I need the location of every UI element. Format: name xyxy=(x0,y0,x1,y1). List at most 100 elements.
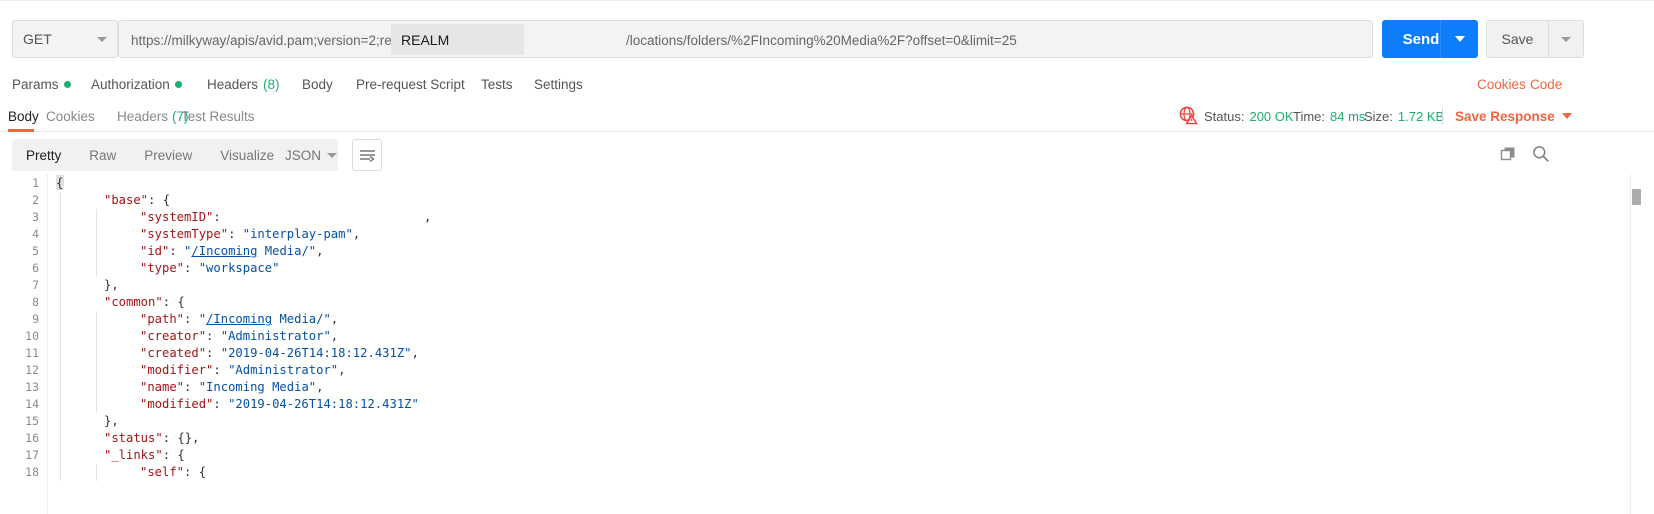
code-token: "creator" xyxy=(140,329,207,343)
time-badge: Time: 84 ms xyxy=(1293,100,1365,132)
code-line: "created": "2019-04-26T14:18:12.431Z", xyxy=(140,345,419,362)
code-line: "name": "Incoming Media", xyxy=(140,379,323,396)
line-number: 13 xyxy=(25,380,39,394)
vertical-scrollbar-track[interactable] xyxy=(1630,174,1642,514)
code-token: }, xyxy=(104,414,119,428)
response-format-dropdown[interactable]: JSON xyxy=(276,139,338,171)
code-token: : xyxy=(206,329,221,343)
line-number: 3 xyxy=(32,210,39,224)
line-number: 15 xyxy=(25,414,39,428)
code-token: "self" xyxy=(140,465,185,479)
send-options-button[interactable] xyxy=(1440,20,1478,58)
code-token: "workspace" xyxy=(198,261,280,275)
request-tab-label: Authorization xyxy=(91,76,170,92)
code-line: "base": { xyxy=(104,192,170,209)
code-line: "systemID": xyxy=(140,209,221,226)
code-token[interactable]: /Incoming xyxy=(191,244,257,258)
indent-guide xyxy=(96,209,97,277)
response-body-viewer[interactable]: 1 2 3 4 5 6 7 8 9 10 11 12 13 14 15 16 17 18 {"base": {"s… xyxy=(0,174,1654,514)
response-tab-headers[interactable]: Headers (7) xyxy=(117,100,189,132)
code-token: : xyxy=(213,397,229,411)
globe-warning-icon[interactable] xyxy=(1178,105,1198,125)
code-link[interactable]: Code xyxy=(1530,68,1562,100)
code-line: }, xyxy=(104,277,119,294)
code-token: "modified" xyxy=(140,397,214,411)
code-line: }, xyxy=(104,413,119,430)
json-code-block[interactable]: { "base": {"systemID": "systemType": "inte… xyxy=(56,174,1596,514)
line-number: 5 xyxy=(32,244,39,258)
response-tab-label: Test Results xyxy=(181,108,255,124)
code-line: "self": { xyxy=(140,464,206,481)
search-icon[interactable] xyxy=(1532,145,1550,163)
code-token: : { xyxy=(184,465,207,479)
request-tab-label: Headers xyxy=(207,76,259,92)
request-tab-settings[interactable]: Settings xyxy=(534,68,583,100)
time-label: Time: xyxy=(1293,108,1326,124)
response-tab-label: Body xyxy=(8,108,39,124)
word-wrap-icon xyxy=(359,149,375,162)
code-token: , xyxy=(411,346,419,360)
response-tab-test-results[interactable]: Test Results xyxy=(181,100,255,132)
line-number: 11 xyxy=(25,346,39,360)
response-tab-cookies[interactable]: Cookies xyxy=(46,100,95,132)
code-line: "status": {}, xyxy=(104,430,199,447)
code-token: : xyxy=(228,227,243,241)
response-tab-label: Headers xyxy=(117,108,169,124)
viewer-mode-pretty[interactable]: Pretty xyxy=(12,139,75,171)
code-token: : xyxy=(184,380,199,394)
viewer-mode-raw[interactable]: Raw xyxy=(75,139,130,171)
cookies-link[interactable]: Cookies xyxy=(1477,68,1526,100)
code-token: , xyxy=(316,244,324,258)
code-token[interactable]: /Incoming xyxy=(206,312,272,326)
chevron-down-icon xyxy=(1561,113,1572,119)
vertical-scrollbar-thumb[interactable] xyxy=(1632,189,1641,205)
code-line: "modifier": "Administrator", xyxy=(140,362,345,379)
code-line: { xyxy=(56,175,63,192)
code-token: }, xyxy=(104,278,119,292)
response-format-label: JSON xyxy=(285,147,322,163)
line-number: 4 xyxy=(32,227,39,241)
request-tab-body[interactable]: Body xyxy=(302,68,333,100)
line-number: 9 xyxy=(32,312,39,326)
status-badge: Status: 200 OK xyxy=(1204,100,1294,132)
response-tab-body[interactable]: Body xyxy=(8,100,39,132)
code-token: : xyxy=(213,363,229,377)
request-tab-strip: Params Authorization Headers (8) Body Pre-req… xyxy=(0,68,1654,100)
code-token: : xyxy=(184,312,199,326)
chevron-down-icon xyxy=(1454,36,1465,42)
request-tab-pre-request-script[interactable]: Pre-request Script xyxy=(356,68,465,100)
code-token: " xyxy=(198,312,207,326)
line-number: 8 xyxy=(32,295,39,309)
save-options-button[interactable] xyxy=(1548,20,1584,58)
viewer-mode-preview[interactable]: Preview xyxy=(130,139,206,171)
code-token: "type" xyxy=(140,261,185,275)
line-number: 2 xyxy=(32,193,39,207)
code-token: , xyxy=(330,329,339,343)
line-number: 1 xyxy=(32,176,39,190)
save-response-button[interactable]: Save Response xyxy=(1455,100,1572,132)
code-token: : xyxy=(206,346,221,360)
request-tab-headers[interactable]: Headers (8) xyxy=(207,68,280,100)
request-tab-params[interactable]: Params xyxy=(12,68,71,100)
request-tab-tests[interactable]: Tests xyxy=(481,68,513,100)
http-method-dropdown[interactable]: GET xyxy=(12,20,118,58)
code-token: , xyxy=(338,363,346,377)
request-tab-label: Settings xyxy=(534,76,583,92)
url-input[interactable]: https://milkyway/apis/avid.pam;version=2… xyxy=(118,20,1373,58)
code-token: Media/" xyxy=(257,244,317,258)
word-wrap-button[interactable] xyxy=(352,139,382,171)
indent-guide xyxy=(96,311,97,413)
code-line: "path": "/Incoming Media/", xyxy=(140,311,338,328)
code-token: : {}, xyxy=(162,431,200,445)
code-line: "creator": "Administrator", xyxy=(140,328,338,345)
copy-icon[interactable] xyxy=(1500,146,1516,162)
url-prefix-text: https://milkyway/apis/avid.pam;version=2… xyxy=(131,32,414,48)
code-token: "path" xyxy=(140,312,185,326)
chevron-down-icon xyxy=(327,152,338,158)
request-tab-authorization[interactable]: Authorization xyxy=(91,68,182,100)
code-token: Media/" xyxy=(272,312,331,326)
code-line: "systemType": "interplay-pam", xyxy=(140,226,360,243)
save-button[interactable]: Save xyxy=(1486,20,1548,58)
top-hairline xyxy=(0,0,1654,1)
request-tab-label: Params xyxy=(12,76,59,92)
